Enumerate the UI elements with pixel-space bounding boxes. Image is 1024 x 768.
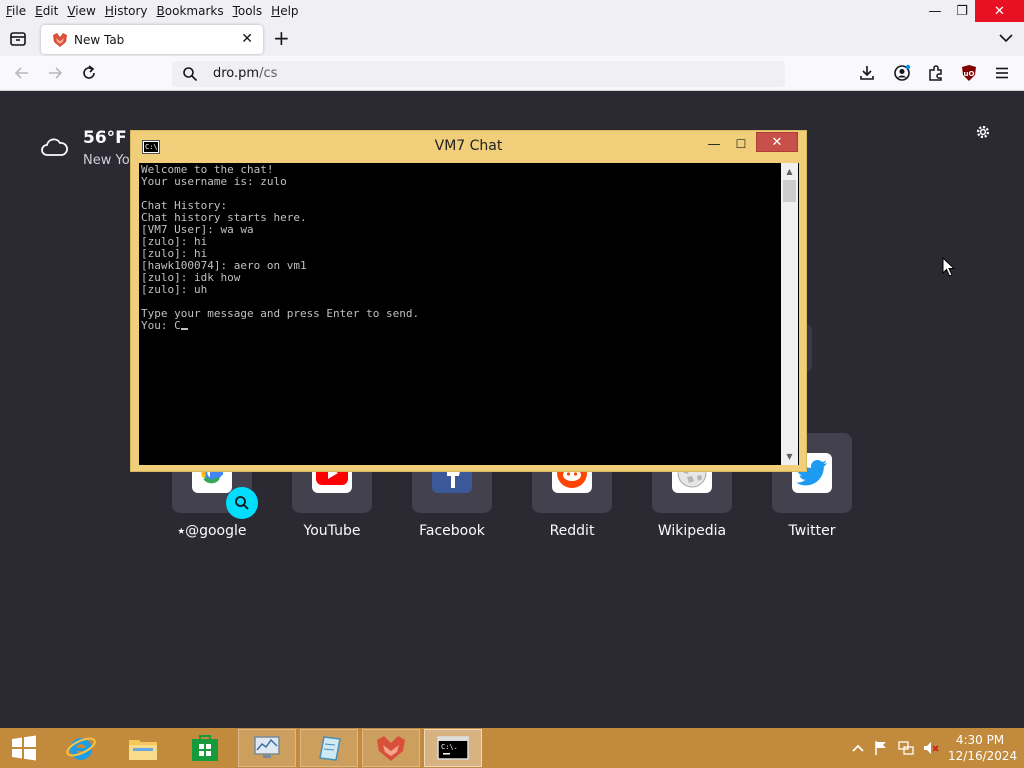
url-host: dro.pm: [213, 66, 260, 81]
shortcut-label: Twitter: [788, 523, 836, 539]
clock-time[interactable]: 4:30 PM: [948, 733, 1012, 747]
url-path: /cs: [259, 66, 278, 81]
tab-title: New Tab: [74, 32, 125, 47]
firefox-icon: [377, 736, 405, 761]
menu-help[interactable]: Help: [265, 4, 301, 18]
taskbar: C:\. 4:30 PM 12/16/2024: [0, 728, 1024, 768]
download-icon[interactable]: [858, 64, 876, 82]
account-icon[interactable]: [893, 64, 911, 82]
search-icon: [183, 67, 198, 82]
network-icon[interactable]: [898, 740, 914, 756]
mouse-pointer-icon: [942, 257, 956, 277]
hamburger-menu-icon[interactable]: [993, 64, 1011, 82]
console-title-bar[interactable]: C:\. VM7 Chat — ☐ ✕: [131, 131, 806, 163]
list-all-tabs-icon[interactable]: [8, 29, 28, 49]
shortcut-label: YouTube: [303, 523, 361, 539]
reload-icon[interactable]: [80, 64, 98, 82]
shortcut-label: Wikipedia: [657, 523, 727, 539]
show-hidden-icons-icon[interactable]: [850, 740, 866, 756]
console-prompt: You:: [141, 319, 175, 332]
firefox-fox-icon: [53, 32, 67, 47]
scroll-down-arrow-icon[interactable]: ▼: [781, 448, 798, 465]
clock-date[interactable]: 12/16/2024: [948, 749, 1017, 763]
shortcut-label: Reddit: [549, 523, 595, 539]
shortcut-label-text: @google: [185, 523, 247, 539]
extensions-puzzle-icon[interactable]: [927, 64, 945, 82]
console-window[interactable]: C:\. VM7 Chat — ☐ ✕ Welcome to the chat!…: [130, 130, 807, 472]
taskbar-store[interactable]: [176, 729, 234, 767]
url-text: dro.pm/cs: [213, 66, 277, 81]
console-output[interactable]: Welcome to the chat! Your username is: zu…: [139, 163, 799, 465]
console-input[interactable]: C: [174, 319, 181, 332]
windows-start-icon: [12, 735, 36, 761]
store-icon: [192, 735, 218, 761]
taskbar-internet-explorer[interactable]: [52, 729, 110, 767]
weather-temperature[interactable]: 56°F: [83, 128, 127, 148]
file-explorer-icon: [129, 740, 157, 760]
console-line: Your username is: zulo: [141, 175, 287, 188]
monitor-app-icon: [254, 736, 280, 758]
internet-explorer-icon: [66, 737, 96, 760]
console-input-line[interactable]: You: C: [141, 320, 419, 332]
forward-arrow-icon[interactable]: [46, 64, 64, 82]
menu-bookmarks[interactable]: Bookmarks: [151, 4, 227, 18]
svg-text:C:\.: C:\.: [441, 743, 458, 751]
console-scrollbar[interactable]: ▲ ▼: [781, 163, 798, 465]
menu-view[interactable]: View: [61, 4, 98, 18]
ublock-origin-icon[interactable]: uO: [960, 64, 978, 82]
weather-location[interactable]: New Yo: [83, 153, 130, 168]
tab-bar: New Tab ✕ +: [0, 22, 1024, 56]
chevron-down-icon[interactable]: [998, 30, 1014, 46]
window-close-button[interactable]: ✕: [975, 0, 1024, 22]
menu-history[interactable]: History: [99, 4, 151, 18]
gear-icon[interactable]: [974, 123, 992, 141]
scroll-up-arrow-icon[interactable]: ▲: [781, 163, 798, 180]
navigation-toolbar: dro.pm/cs uO: [0, 56, 1024, 91]
search-shortcut-badge: [226, 487, 258, 519]
console-minimize-button[interactable]: —: [701, 134, 727, 154]
cmd-icon: C:\.: [437, 736, 469, 760]
pin-icon: ⭑: [177, 523, 186, 539]
menu-bar: File Edit View History Bookmarks Tools H…: [0, 0, 1024, 22]
tab-new-tab[interactable]: New Tab ✕: [41, 25, 263, 54]
action-center-flag-icon[interactable]: [873, 740, 889, 756]
shortcut-label: ⭑@google: [152, 523, 272, 539]
svg-text:uO: uO: [964, 70, 975, 78]
console-close-button[interactable]: ✕: [756, 132, 798, 152]
console-text: Welcome to the chat! Your username is: zu…: [141, 164, 419, 332]
cloud-weather-icon: [41, 138, 68, 156]
tab-close-button[interactable]: ✕: [241, 31, 253, 47]
new-tab-button[interactable]: +: [273, 28, 290, 48]
text-cursor: [180, 328, 188, 330]
scroll-thumb[interactable]: [783, 180, 796, 202]
start-button[interactable]: [0, 729, 48, 767]
shortcut-label: Facebook: [419, 523, 485, 539]
taskbar-command-prompt[interactable]: C:\.: [424, 729, 482, 767]
volume-muted-icon[interactable]: [923, 740, 939, 756]
taskbar-file-explorer[interactable]: [114, 729, 172, 767]
taskbar-app[interactable]: [238, 729, 296, 767]
taskbar-firefox[interactable]: [362, 729, 420, 767]
menu-tools[interactable]: Tools: [227, 4, 266, 18]
back-arrow-icon[interactable]: [13, 64, 31, 82]
console-line: [zulo]: uh: [141, 283, 208, 296]
search-icon: [235, 496, 249, 510]
notepad-app-icon: [319, 736, 341, 761]
url-bar[interactable]: dro.pm/cs: [172, 61, 785, 87]
console-line: Type your message and press Enter to sen…: [141, 307, 420, 320]
taskbar-app[interactable]: [300, 729, 358, 767]
console-maximize-button[interactable]: ☐: [728, 134, 754, 154]
menu-edit[interactable]: Edit: [29, 4, 61, 18]
menu-file[interactable]: File: [0, 4, 29, 18]
